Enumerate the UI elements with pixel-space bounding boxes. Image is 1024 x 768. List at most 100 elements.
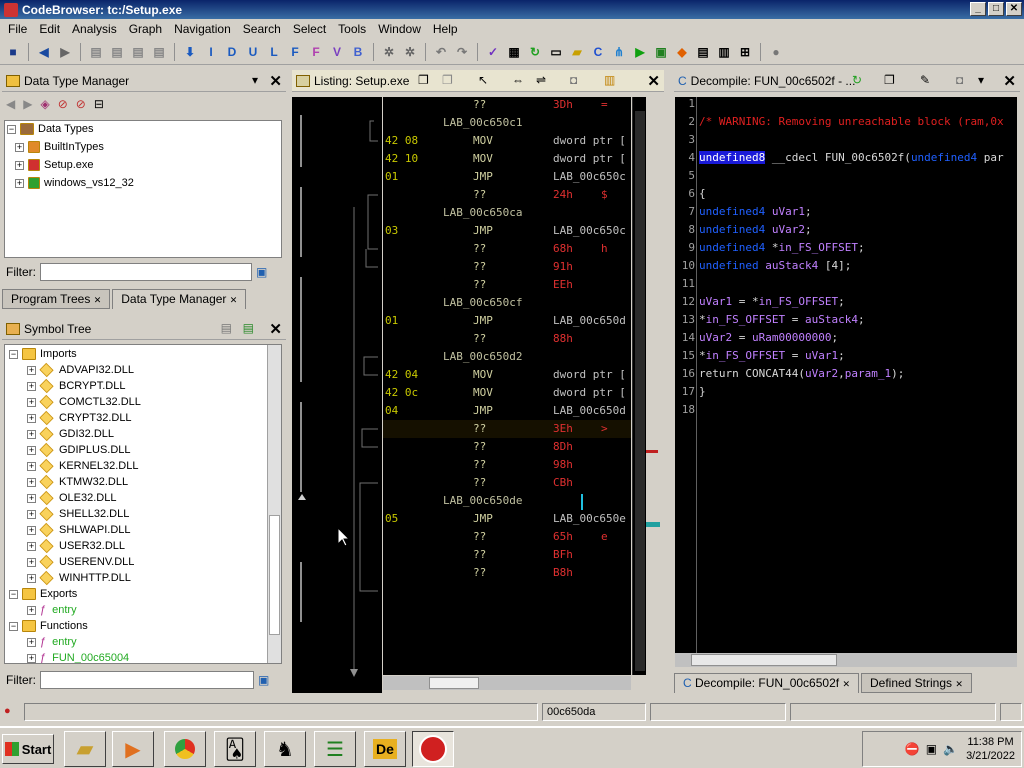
listing-row[interactable]: 03 JMP LAB_00c650c <box>383 222 631 240</box>
listing-row[interactable]: LAB_00c650d2 <box>383 348 631 366</box>
decompile-snapshot-icon[interactable]: ◘ <box>956 73 963 87</box>
network-icon[interactable]: ▣ <box>926 742 937 756</box>
table-icon[interactable]: ▤ <box>694 43 712 61</box>
expand-icon[interactable]: + <box>27 605 36 615</box>
listing-row[interactable]: 04 JMP LAB_00c650d <box>383 402 631 420</box>
listing-close-icon[interactable]: ✕ <box>647 72 660 90</box>
tab-decompile[interactable]: C Decompile: FUN_00c6502f ✕ <box>674 673 859 693</box>
expand-icon[interactable]: + <box>27 397 36 407</box>
listing-row[interactable]: 42 08 MOV dword ptr [ <box>383 132 631 150</box>
symbol-tree-close-icon[interactable]: ✕ <box>269 320 282 338</box>
expand-icon[interactable]: + <box>27 573 36 583</box>
dtm-archive-icon[interactable]: ◈ <box>40 97 49 111</box>
nav-undefined-icon[interactable]: U <box>244 43 262 61</box>
listing-row[interactable]: ?? 91h <box>383 258 631 276</box>
nav-function2-icon[interactable]: F <box>307 43 325 61</box>
media-app[interactable]: ▶ <box>112 731 154 767</box>
tab-defined-strings[interactable]: Defined Strings ✕ <box>860 673 972 693</box>
close-button[interactable]: ✕ <box>1006 2 1022 16</box>
step-down-icon[interactable]: ⬇ <box>181 43 199 61</box>
symbol-filter-input[interactable] <box>40 671 254 689</box>
dtm-filter2-icon[interactable]: ⊘ <box>76 97 86 111</box>
import-item[interactable]: + COMCTL32.DLL <box>5 394 281 410</box>
nav-data-icon[interactable]: D <box>223 43 241 61</box>
import-item[interactable]: + KERNEL32.DLL <box>5 458 281 474</box>
listing-row[interactable]: ?? CBh <box>383 474 631 492</box>
expand-icon[interactable]: + <box>27 525 36 535</box>
decompile-close-icon[interactable]: ✕ <box>1003 72 1016 90</box>
symbol-refresh-icon[interactable]: ▤ <box>243 321 254 335</box>
function-item[interactable]: + ƒ FUN_00c65004 <box>5 650 281 663</box>
start-button[interactable]: Start <box>2 734 54 764</box>
decompile-edit-icon[interactable]: ✎ <box>920 73 930 87</box>
decompile-menu-icon[interactable]: ▾ <box>978 73 984 87</box>
collapse-icon[interactable]: − <box>7 124 16 134</box>
dtm-filter-input[interactable] <box>40 263 252 281</box>
import-item[interactable]: + SHELL32.DLL <box>5 506 281 522</box>
decompile-copy-icon[interactable]: ❐ <box>884 73 895 87</box>
bookmark4-icon[interactable]: ▤ <box>150 43 168 61</box>
listing-scrollbar[interactable] <box>632 97 646 675</box>
dtm-filter-icon[interactable]: ⊘ <box>58 97 68 111</box>
menu-graph[interactable]: Graph <box>123 22 168 36</box>
menu-edit[interactable]: Edit <box>33 22 66 36</box>
symbol-new-icon[interactable]: ▤ <box>221 321 232 335</box>
expand-icon[interactable]: + <box>27 413 36 423</box>
listing-row[interactable]: ?? 88h <box>383 330 631 348</box>
expand-icon[interactable]: + <box>15 160 24 170</box>
dtm-menu-icon[interactable]: ▾ <box>252 73 258 87</box>
decompile-body[interactable]: 1 2/* WARNING: Removing unreachable block… <box>675 97 1017 653</box>
import-item[interactable]: + CRYPT32.DLL <box>5 410 281 426</box>
listing-row[interactable]: ?? BFh <box>383 546 631 564</box>
run-icon[interactable]: ▶ <box>631 43 649 61</box>
menu-window[interactable]: Window <box>372 22 427 36</box>
bookmark2-icon[interactable]: ▤ <box>108 43 126 61</box>
expand-icon[interactable]: + <box>15 142 24 152</box>
nav-instruction-icon[interactable]: I <box>202 43 220 61</box>
diamond-icon[interactable]: ◆ <box>673 43 691 61</box>
notes-app[interactable]: ☰ <box>314 731 356 767</box>
chrome-app[interactable] <box>164 731 206 767</box>
listing-row[interactable]: ?? 65h e <box>383 528 631 546</box>
listing-row[interactable]: 42 10 MOV dword ptr [ <box>383 150 631 168</box>
listing-row[interactable]: ?? EEh <box>383 276 631 294</box>
listing-row[interactable]: ?? B8h <box>383 564 631 582</box>
expand-icon[interactable]: + <box>27 445 36 455</box>
chart-icon[interactable]: ▥ <box>715 43 733 61</box>
decompile-refresh-icon[interactable]: ↻ <box>852 73 862 87</box>
listing-body[interactable]: ?? 3Dh = LAB_00c650c1 42 08 MOV dword ptr [42 … <box>383 97 631 675</box>
redo-icon[interactable]: ↷ <box>453 43 471 61</box>
listing-row[interactable]: LAB_00c650ca <box>383 204 631 222</box>
volume-icon[interactable]: 🔈 <box>943 742 958 756</box>
collapse-icon[interactable]: − <box>9 589 18 599</box>
import-item[interactable]: + OLE32.DLL <box>5 490 281 506</box>
exports-row[interactable]: − Exports <box>5 586 281 602</box>
tab-data-type-manager[interactable]: Data Type Manager ✕ <box>112 289 247 309</box>
expand-icon[interactable]: + <box>27 477 36 487</box>
save-icon[interactable]: ■ <box>4 43 22 61</box>
options-icon[interactable]: ● <box>767 43 785 61</box>
listing-hscrollbar[interactable] <box>383 676 631 690</box>
dtm-forward-icon[interactable]: ▶ <box>23 97 32 111</box>
dtm-root-row[interactable]: − Data Types <box>5 121 281 137</box>
clock[interactable]: 11:38 PM 3/21/2022 <box>966 735 1015 763</box>
chess-app[interactable]: ♞ <box>264 731 306 767</box>
dtm-item[interactable]: + Setup.exe <box>5 157 281 173</box>
listing-row[interactable]: LAB_00c650c1 <box>383 114 631 132</box>
refresh-icon[interactable]: ↻ <box>526 43 544 61</box>
nav-value-icon[interactable]: V <box>328 43 346 61</box>
listing-hscroll-thumb[interactable] <box>429 677 479 689</box>
listing-row[interactable]: ?? 8Dh <box>383 438 631 456</box>
forward-icon[interactable]: ▶ <box>56 43 74 61</box>
expand-icon[interactable]: + <box>27 381 36 391</box>
c-icon[interactable]: C <box>589 43 607 61</box>
menu-select[interactable]: Select <box>287 22 332 36</box>
snapshot-icon[interactable]: ◘ <box>570 73 577 87</box>
cursor-icon[interactable]: ↖ <box>478 73 488 87</box>
de-app[interactable]: De <box>364 731 406 767</box>
menu-analysis[interactable]: Analysis <box>66 22 123 36</box>
imports-row[interactable]: − Imports <box>5 346 281 362</box>
listing-row[interactable]: 01 JMP LAB_00c650c <box>383 168 631 186</box>
nav-bookmark-icon[interactable]: B <box>349 43 367 61</box>
ghidra-app[interactable] <box>412 731 454 767</box>
